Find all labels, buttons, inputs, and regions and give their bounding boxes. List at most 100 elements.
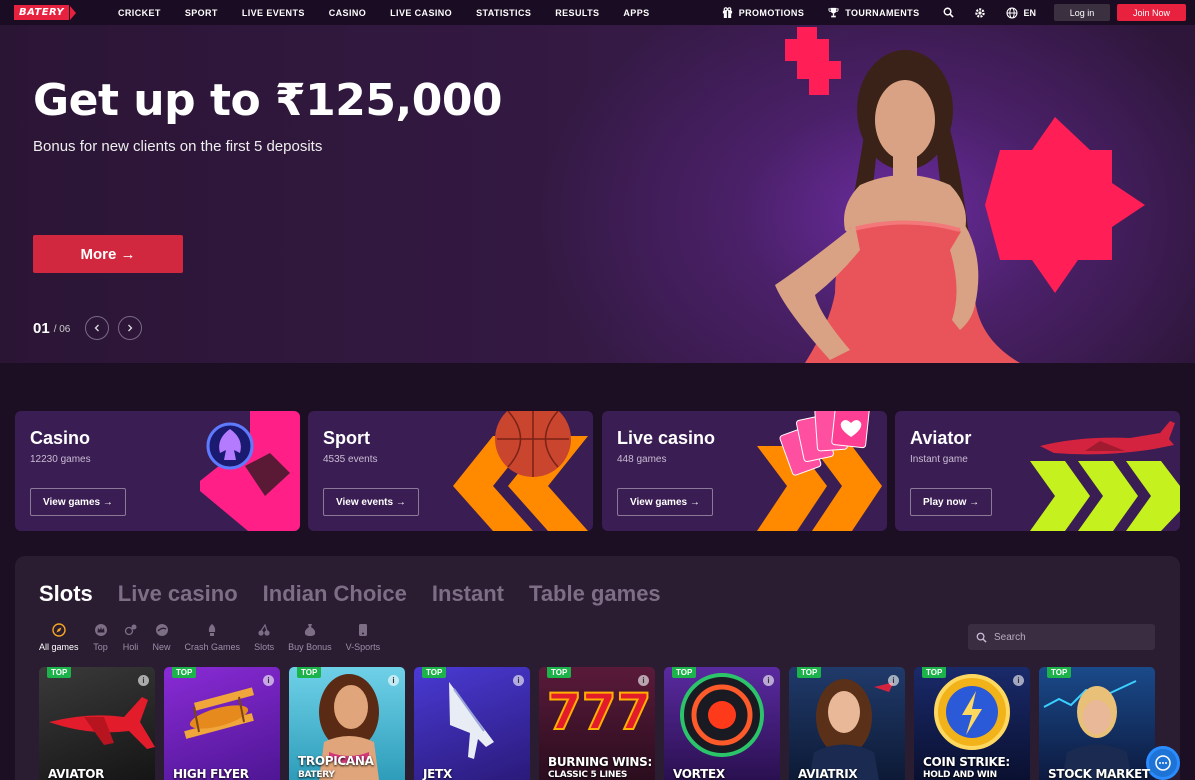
nav-casino[interactable]: CASINO <box>329 8 366 18</box>
filter-label: Buy Bonus <box>288 642 332 652</box>
casino-card-title: Casino <box>30 428 91 448</box>
slide-pager: 01 / 06 <box>33 316 143 340</box>
main-menu: CRICKET SPORT LIVE EVENTS CASINO LIVE CA… <box>118 0 674 25</box>
chevron-right-icon <box>128 324 133 332</box>
tab-indian-choice[interactable]: Indian Choice <box>263 581 407 607</box>
slide-prev-button[interactable] <box>85 316 110 340</box>
filter-all-games[interactable]: All games <box>39 622 79 652</box>
holi-icon <box>124 624 137 636</box>
device-icon <box>358 624 367 636</box>
language-selector[interactable]: EN <box>1006 6 1036 19</box>
game-tile-tropicana[interactable]: TOP i TROPICANA BATERY <box>289 667 405 780</box>
game-title: BURNING WINS: <box>548 755 652 769</box>
search-icon <box>976 632 987 643</box>
hero-subtitle: Bonus for new clients on the first 5 dep… <box>33 138 323 155</box>
game-tile-coin-strike[interactable]: TOP i COIN STRIKE: HOLD AND WIN <box>914 667 1030 780</box>
tab-instant[interactable]: Instant <box>432 581 504 607</box>
nav-tournaments[interactable]: TOURNAMENTS <box>828 7 919 18</box>
sport-view-events-button[interactable]: View events → <box>323 488 419 516</box>
filter-holi[interactable]: Holi <box>123 622 139 652</box>
filter-slots[interactable]: Slots <box>254 622 274 652</box>
top-badge: TOP <box>422 667 447 678</box>
tab-table-games[interactable]: Table games <box>529 581 661 607</box>
nav-live-events[interactable]: LIVE EVENTS <box>242 8 305 18</box>
game-tile-aviator[interactable]: TOP i AVIATOR <box>39 667 155 780</box>
live-casino-view-games-button[interactable]: View games → <box>617 488 713 516</box>
info-icon[interactable]: i <box>138 675 149 686</box>
nav-promotions[interactable]: PROMOTIONS <box>722 7 805 18</box>
casino-card-icon <box>200 411 300 531</box>
sport-card[interactable]: Sport 4535 events View events → <box>308 411 593 531</box>
live-casino-card-count: 448 games <box>617 454 667 465</box>
top-badge: TOP <box>797 667 822 678</box>
game-title: AVIATOR <box>48 767 105 780</box>
top-badge: TOP <box>922 667 947 678</box>
games-search[interactable] <box>968 624 1155 650</box>
filter-crash-games[interactable]: Crash Games <box>184 622 241 652</box>
game-title: STOCK MARKET <box>1048 767 1150 780</box>
games-tabs: Slots Live casino Indian Choice Instant … <box>39 581 686 607</box>
top-badge: TOP <box>297 667 322 678</box>
nav-results[interactable]: RESULTS <box>555 8 599 18</box>
batery-logo[interactable]: BATERY <box>14 5 77 20</box>
logo-text: BATERY <box>14 5 70 20</box>
nav-search-button[interactable] <box>943 7 955 18</box>
casino-card[interactable]: Casino 12230 games View games → <box>15 411 300 531</box>
hero-banner: Get up to ₹125,000 Bonus for new clients… <box>0 25 1195 363</box>
filter-new[interactable]: New <box>153 622 171 652</box>
filter-label: Crash Games <box>184 642 241 652</box>
hero-more-button[interactable]: More → <box>33 235 183 273</box>
info-icon[interactable]: i <box>763 675 774 686</box>
nav-sport[interactable]: SPORT <box>185 8 218 18</box>
game-tile-vortex[interactable]: TOP i VORTEX <box>664 667 780 780</box>
filter-label: Top <box>93 642 108 652</box>
top-badge: TOP <box>672 667 697 678</box>
filter-top[interactable]: Top <box>93 622 109 652</box>
airplane-icon <box>1030 421 1180 531</box>
nav-live-casino[interactable]: LIVE CASINO <box>390 8 452 18</box>
join-now-button[interactable]: Join Now <box>1117 4 1186 21</box>
game-tile-burning-wins[interactable]: 777 TOP i BURNING WINS: CLASSIC 5 LINES <box>539 667 655 780</box>
filter-buy-bonus[interactable]: Buy Bonus <box>288 622 332 652</box>
basketball-icon <box>453 411 588 531</box>
game-title: TROPICANA <box>298 754 374 768</box>
settings-button[interactable] <box>974 7 986 19</box>
nav-cricket[interactable]: CRICKET <box>118 8 161 18</box>
nav-right: PROMOTIONS TOURNAMENTS EN Log in Join No… <box>722 0 1195 25</box>
filter-label: Holi <box>122 642 139 652</box>
casino-view-games-button[interactable]: View games → <box>30 488 126 516</box>
promotions-label: PROMOTIONS <box>738 7 805 18</box>
game-tile-high-flyer[interactable]: TOP i HIGH FLYER <box>164 667 280 780</box>
game-tile-stock-market[interactable]: TOP STOCK MARKET <box>1039 667 1155 780</box>
slide-current: 01 <box>33 319 50 337</box>
info-icon[interactable]: i <box>638 675 649 686</box>
nav-statistics[interactable]: STATISTICS <box>476 8 531 18</box>
game-tile-aviatrix[interactable]: TOP i AVIATRIX <box>789 667 905 780</box>
info-icon[interactable]: i <box>1013 675 1024 686</box>
game-tile-jetx[interactable]: TOP i JETX <box>414 667 530 780</box>
live-casino-card[interactable]: Live casino 448 games View games → <box>602 411 887 531</box>
language-label: EN <box>1023 7 1036 18</box>
cherry-icon <box>258 623 270 636</box>
aviatrix-art <box>809 679 894 780</box>
chat-button[interactable] <box>1146 746 1180 780</box>
slide-next-button[interactable] <box>118 316 143 340</box>
tab-live-casino[interactable]: Live casino <box>118 581 238 607</box>
info-icon[interactable]: i <box>888 675 899 686</box>
info-icon[interactable]: i <box>513 675 524 686</box>
nav-apps[interactable]: APPS <box>623 8 649 18</box>
info-icon[interactable]: i <box>388 675 399 686</box>
info-icon[interactable]: i <box>263 675 274 686</box>
aviator-plane-art <box>49 697 155 749</box>
aviator-card[interactable]: Aviator Instant game Play now → <box>895 411 1180 531</box>
filter-v-sports[interactable]: V-Sports <box>346 622 380 652</box>
game-title: JETX <box>423 767 452 780</box>
game-subtitle: BATERY <box>298 770 335 780</box>
login-button[interactable]: Log in <box>1054 4 1110 21</box>
aviator-play-now-button[interactable]: Play now → <box>910 488 993 516</box>
tab-slots[interactable]: Slots <box>39 581 93 607</box>
tournaments-label: TOURNAMENTS <box>845 7 920 18</box>
games-search-input[interactable] <box>994 631 1144 643</box>
game-subtitle: HOLD AND WIN <box>923 770 997 780</box>
game-title: VORTEX <box>673 767 725 780</box>
